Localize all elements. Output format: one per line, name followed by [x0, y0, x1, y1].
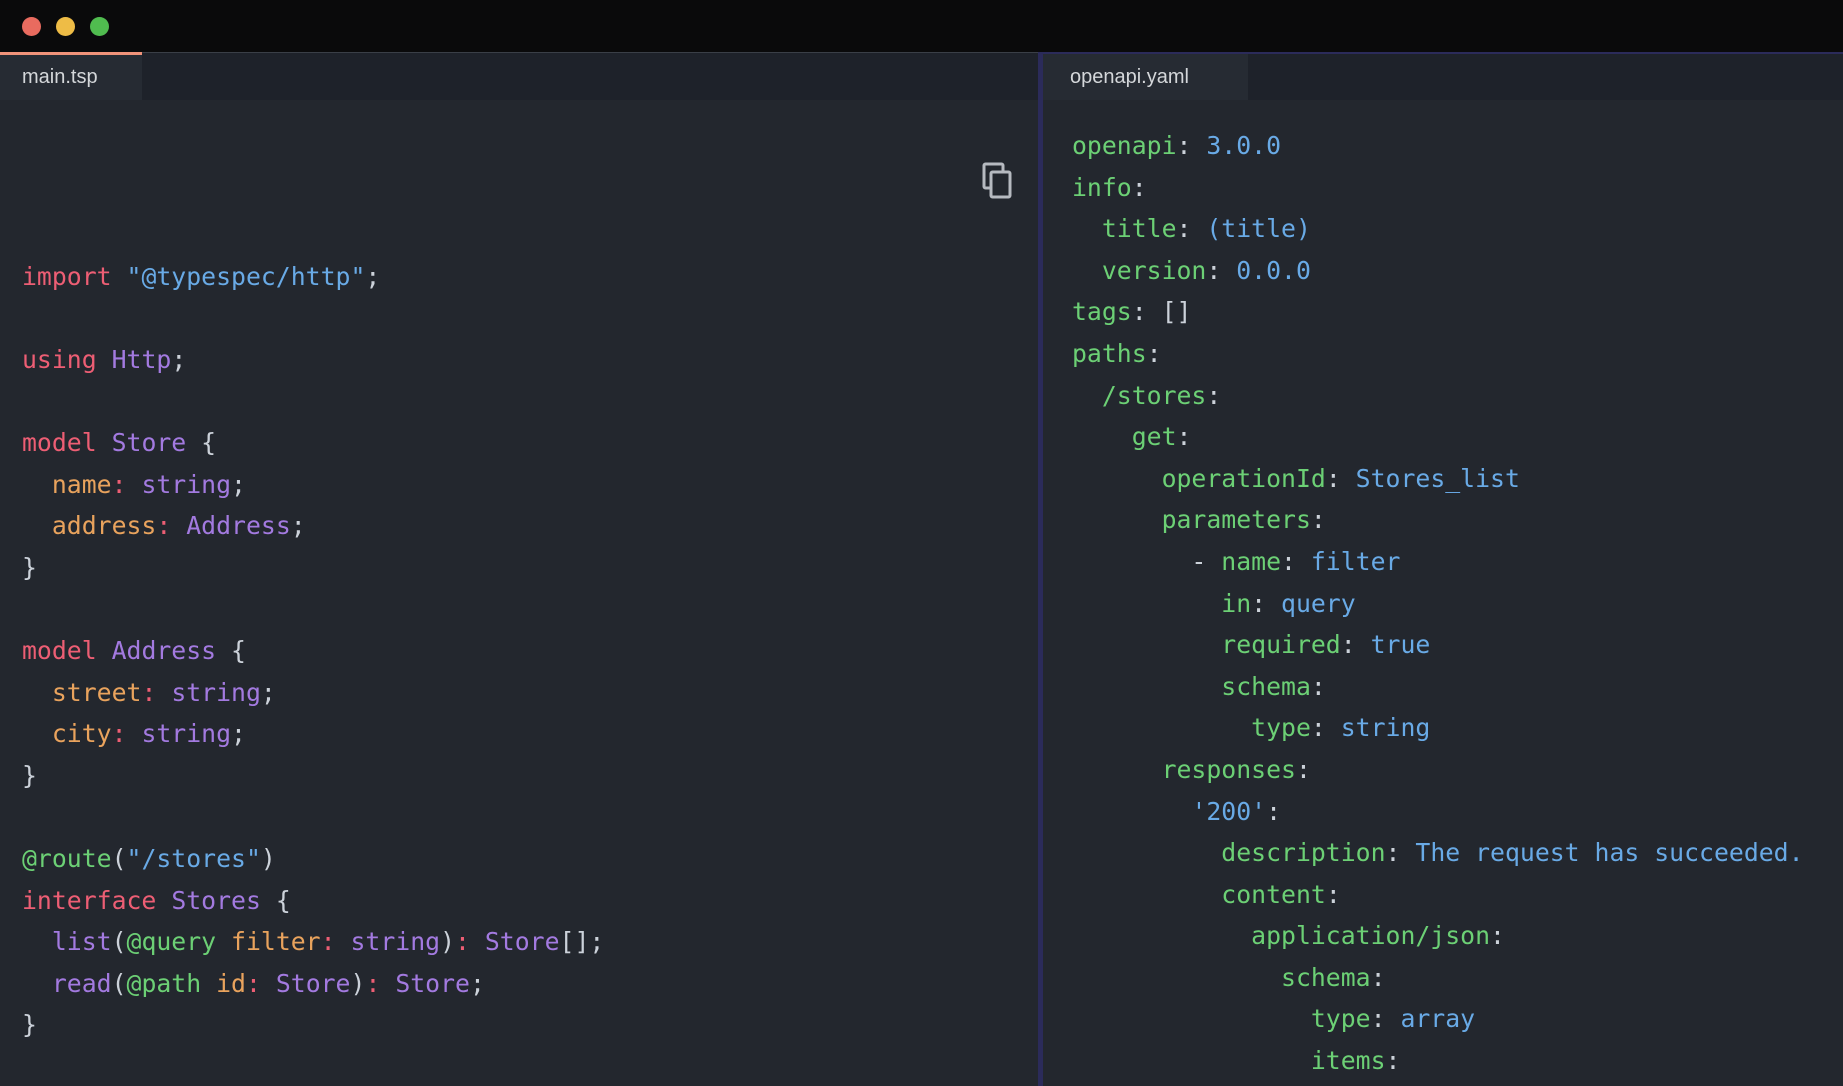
- code-line: using Http;: [22, 339, 1038, 381]
- code-line: address: Address;: [22, 505, 1038, 547]
- code-line: interface Stores {: [22, 880, 1038, 922]
- left-tab-bar: main.tsp: [0, 52, 1038, 100]
- code-line: model Store {: [22, 422, 1038, 464]
- code-line: parameters:: [1072, 499, 1843, 541]
- code-line: }: [22, 547, 1038, 589]
- copy-icon: [979, 161, 1015, 201]
- main-area: main.tsp import "@typespec/http"; using …: [0, 52, 1843, 1086]
- code-line: [22, 297, 1038, 339]
- code-line: schema:: [1072, 666, 1843, 708]
- code-line: schema:: [1072, 957, 1843, 999]
- code-line: list(@query filter: string): Store[];: [22, 921, 1038, 963]
- code-line: import "@typespec/http";: [22, 256, 1038, 298]
- code-line: - name: filter: [1072, 541, 1843, 583]
- code-line: name: string;: [22, 464, 1038, 506]
- tab-openapi-yaml[interactable]: openapi.yaml: [1043, 54, 1248, 100]
- code-line: responses:: [1072, 749, 1843, 791]
- titlebar: [0, 0, 1843, 52]
- code-line: '200':: [1072, 791, 1843, 833]
- typespec-editor-pane: main.tsp import "@typespec/http"; using …: [0, 52, 1038, 1086]
- right-tab-bar: openapi.yaml: [1043, 54, 1843, 100]
- code-line: type: array: [1072, 998, 1843, 1040]
- code-line: operationId: Stores_list: [1072, 458, 1843, 500]
- copy-button[interactable]: [979, 131, 1015, 171]
- code-line: get:: [1072, 416, 1843, 458]
- code-line: description: The request has succeeded.: [1072, 832, 1843, 874]
- code-line: [22, 381, 1038, 423]
- code-line: }: [22, 1004, 1038, 1046]
- right-editor[interactable]: openapi: 3.0.0info: title: (title) versi…: [1043, 100, 1843, 1086]
- code-line: info:: [1072, 167, 1843, 209]
- code-line: openapi: 3.0.0: [1072, 125, 1843, 167]
- code-line: application/json:: [1072, 915, 1843, 957]
- tab-main-tsp[interactable]: main.tsp: [0, 52, 142, 100]
- code-line: type: string: [1072, 707, 1843, 749]
- left-editor[interactable]: import "@typespec/http"; using Http; mod…: [0, 100, 1038, 1086]
- code-line: version: 0.0.0: [1072, 250, 1843, 292]
- close-button[interactable]: [22, 17, 41, 36]
- code-line: content:: [1072, 874, 1843, 916]
- openapi-output-pane: openapi.yaml openapi: 3.0.0info: title: …: [1043, 52, 1843, 1086]
- code-line: required: true: [1072, 624, 1843, 666]
- code-line: @route("/stores"): [22, 838, 1038, 880]
- code-line: model Address {: [22, 630, 1038, 672]
- code-line: items:: [1072, 1040, 1843, 1082]
- code-line: in: query: [1072, 583, 1843, 625]
- code-line: paths:: [1072, 333, 1843, 375]
- code-line: /stores:: [1072, 375, 1843, 417]
- code-line: street: string;: [22, 672, 1038, 714]
- code-line: }: [22, 755, 1038, 797]
- code-line: read(@path id: Store): Store;: [22, 963, 1038, 1005]
- tab-main-tsp-label: main.tsp: [22, 66, 98, 89]
- code-line: [22, 589, 1038, 631]
- code-line: tags: []: [1072, 291, 1843, 333]
- code-line: [22, 797, 1038, 839]
- code-line: title: (title): [1072, 208, 1843, 250]
- tab-openapi-yaml-label: openapi.yaml: [1070, 66, 1189, 89]
- minimize-button[interactable]: [56, 17, 75, 36]
- code-line: city: string;: [22, 713, 1038, 755]
- zoom-button[interactable]: [90, 17, 109, 36]
